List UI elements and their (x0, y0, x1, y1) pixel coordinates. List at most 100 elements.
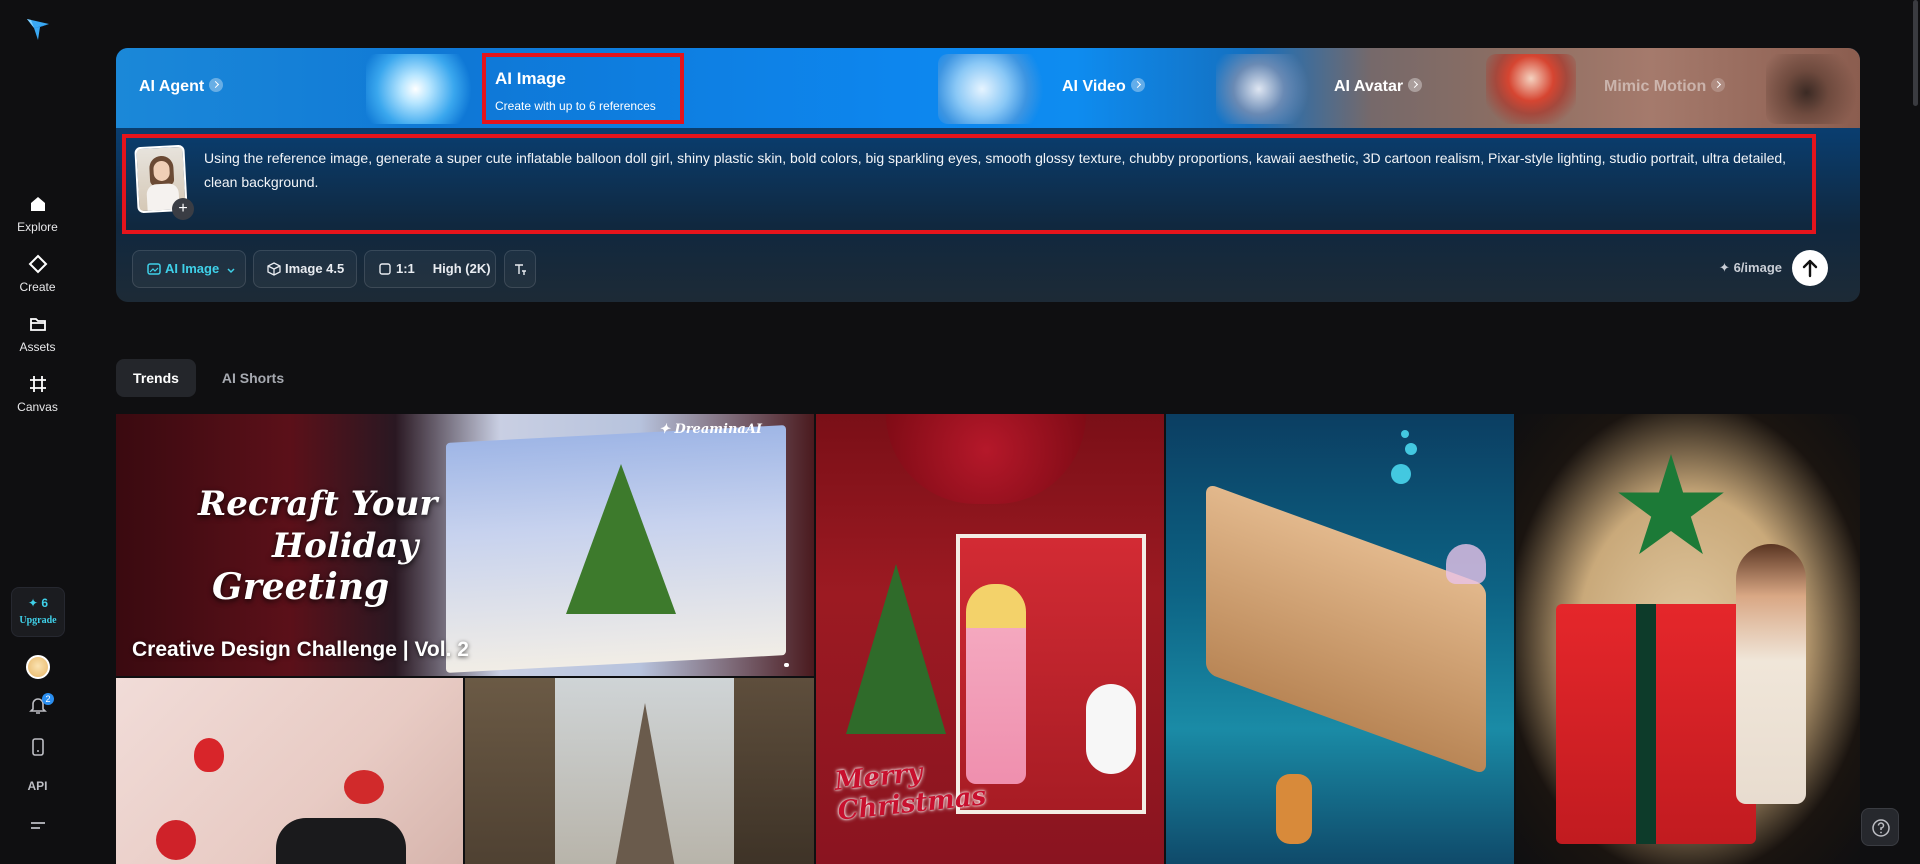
video-thumbnail (938, 54, 1048, 124)
christmas-tree (566, 464, 676, 614)
aspect-ratio-icon (379, 263, 391, 275)
gift-boxes (1556, 604, 1756, 844)
banner-script-line1: Recraft Your (198, 484, 438, 524)
folder-icon (29, 318, 46, 331)
strawberry-3 (156, 820, 196, 860)
christmas-card[interactable]: Merry Christmas (816, 414, 1164, 864)
nav-assets[interactable]: Assets (0, 314, 75, 362)
tab-trends[interactable]: Trends (116, 359, 196, 397)
arrow-up-icon (1802, 259, 1818, 278)
nav-canvas-label: Canvas (17, 400, 58, 414)
tab-ai-shorts[interactable]: AI Shorts (210, 359, 296, 397)
sidebar: Explore Create Assets Canvas ✦ 6 Upgrade… (0, 0, 75, 864)
tab-ai-video-label: AI Video (1062, 78, 1126, 95)
diamond-icon (28, 254, 47, 274)
canvas-icon (29, 376, 46, 392)
add-reference-button[interactable]: + (172, 198, 194, 220)
red-bow (886, 414, 1086, 504)
dreamina-logo-icon[interactable] (24, 14, 52, 42)
credit-value: 6 (41, 596, 49, 610)
tab-ai-agent[interactable]: AI Agent (116, 48, 376, 128)
building-left (465, 678, 555, 864)
image-icon (147, 263, 161, 275)
sparkle-icon: ✦ (1719, 260, 1730, 275)
notification-badge: 2 (42, 693, 54, 705)
tree (846, 564, 946, 734)
tab-ai-image-label: AI Image (495, 69, 566, 88)
home-icon (30, 197, 45, 211)
banner-card[interactable]: Recraft Your Holiday Greeting ✦ Dreamina… (116, 414, 814, 676)
tab-ai-avatar-label: AI Avatar (1334, 78, 1404, 95)
user-avatar[interactable] (26, 655, 50, 679)
tab-ai-video[interactable]: AI Video (1046, 48, 1216, 128)
menu-icon[interactable] (27, 815, 49, 837)
mode-tabs: AI Agent AI Image Create with up to 6 re… (116, 48, 1860, 128)
quality-label: High (2K) (432, 261, 491, 276)
strawberry-1 (194, 738, 224, 772)
tab-mimic-motion[interactable]: Mimic Motion (1586, 48, 1766, 128)
upgrade-credits-box[interactable]: ✦ 6 Upgrade (11, 587, 65, 637)
tab-ai-image[interactable]: AI Image Create with up to 6 references (482, 53, 684, 124)
model-select-label: Image 4.5 (285, 261, 345, 276)
model-select[interactable]: Image 4.5 (253, 250, 357, 288)
nav-explore-label: Explore (17, 220, 58, 234)
nav-explore[interactable]: Explore (0, 194, 75, 242)
underwater-card[interactable] (1166, 414, 1514, 864)
jellyfish (1446, 544, 1486, 584)
arrow-right-icon (1711, 78, 1726, 92)
strawberry-2 (344, 770, 384, 804)
nav-canvas[interactable]: Canvas (0, 374, 75, 422)
mode-select-label: AI Image (165, 261, 220, 276)
tab-ai-agent-label: AI Agent (139, 78, 205, 95)
api-link[interactable]: API (0, 779, 75, 793)
help-button[interactable] (1861, 808, 1899, 846)
credit-count: ✦ 6 (12, 596, 64, 610)
diver (1276, 774, 1312, 844)
arrow-right-icon (1130, 78, 1145, 92)
text-style-button[interactable] (504, 250, 536, 288)
cube-icon (267, 262, 281, 276)
strawberry-card[interactable] (116, 678, 463, 864)
bubbles (1391, 464, 1411, 484)
nav-assets-label: Assets (19, 340, 56, 354)
help-icon (1872, 819, 1890, 837)
nav-create-label: Create (19, 280, 56, 294)
snowman (1086, 684, 1136, 774)
banner-script-line2: Holiday (272, 526, 419, 566)
gift-ribbon (1636, 604, 1656, 844)
island-platform (1206, 483, 1486, 775)
paris-card[interactable] (465, 678, 814, 864)
tab-ai-image-subtitle: Create with up to 6 references (495, 99, 656, 113)
credit-cost-label: 6/image (1733, 260, 1782, 275)
agent-thumbnail (366, 54, 476, 124)
upgrade-label: Upgrade (19, 615, 57, 626)
dreamina-watermark-text: DreaminaAI (674, 422, 762, 437)
banner-script-line3: Greeting (212, 566, 390, 608)
sparkle-icon: ✦ (27, 596, 39, 610)
jar (276, 818, 406, 864)
prompt-input[interactable]: Using the reference image, generate a su… (204, 146, 1804, 194)
merry-christmas-text: Merry Christmas (833, 751, 987, 827)
ratio-quality-select[interactable]: 1:1 High (2K) (364, 250, 496, 288)
tab-ai-avatar[interactable]: AI Avatar (1316, 48, 1486, 128)
building-right (734, 678, 814, 864)
gift-card[interactable] (1516, 414, 1860, 864)
text-format-icon (515, 264, 526, 275)
nav-create[interactable]: Create (0, 254, 75, 302)
generate-button[interactable] (1792, 250, 1828, 286)
mobile-app-icon[interactable] (27, 736, 49, 758)
arrow-right-icon (1408, 78, 1423, 92)
woman (1736, 544, 1806, 804)
star-balloon (1618, 454, 1724, 555)
carousel-dots[interactable] (784, 654, 798, 667)
page-scrollbar[interactable] (1913, 0, 1918, 106)
prompt-area[interactable]: + Using the reference image, generate a … (122, 134, 1816, 234)
credit-cost: ✦ 6/image (1719, 260, 1782, 276)
arrow-right-icon (209, 78, 224, 92)
mode-select[interactable]: AI Image (132, 250, 246, 288)
eiffel-tower (615, 703, 675, 864)
banner-title: Creative Design Challenge | Vol. 2 (132, 638, 469, 661)
avatar-thumbnail-plane (1216, 54, 1311, 124)
tab-mimic-motion-label: Mimic Motion (1604, 78, 1707, 95)
chevron-down-icon (227, 268, 235, 274)
